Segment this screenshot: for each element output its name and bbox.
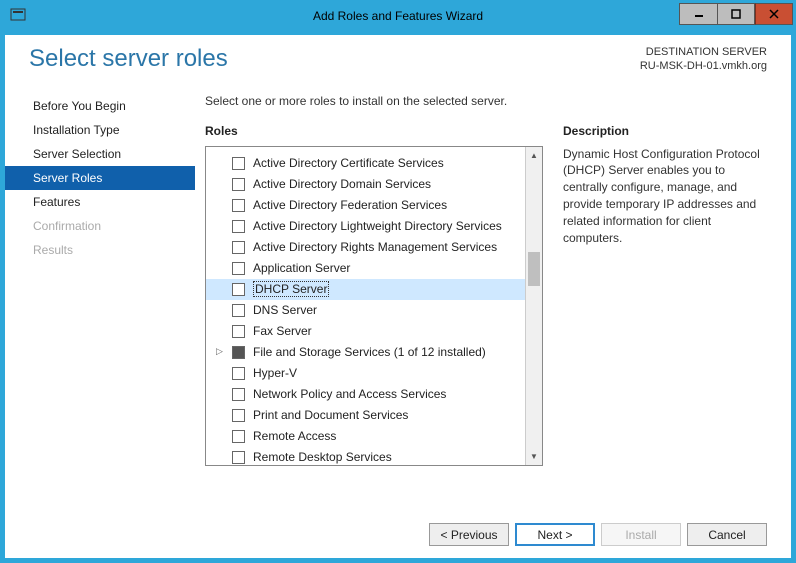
role-row[interactable]: Hyper-V (206, 363, 525, 384)
roles-listbox[interactable]: Active Directory Certificate Services Act… (205, 146, 543, 466)
role-row[interactable]: DHCP Server (206, 279, 525, 300)
main-body: Before You BeginInstallation TypeServer … (5, 86, 791, 513)
instruction-text: Select one or more roles to install on t… (205, 94, 769, 108)
maximize-button[interactable] (717, 3, 755, 25)
role-checkbox[interactable] (232, 430, 245, 443)
roles-label: Roles (205, 124, 543, 138)
role-checkbox[interactable] (232, 325, 245, 338)
role-label: File and Storage Services (1 of 12 insta… (253, 345, 486, 359)
close-button[interactable] (755, 3, 793, 25)
install-button: Install (601, 523, 681, 546)
destination-label: DESTINATION SERVER (640, 45, 767, 59)
destination-server: RU-MSK-DH-01.vmkh.org (640, 59, 767, 73)
scroll-track[interactable] (526, 164, 542, 448)
nav-item: Confirmation (5, 214, 195, 238)
role-checkbox[interactable] (232, 199, 245, 212)
nav-item[interactable]: Server Roles (5, 166, 195, 190)
role-label: Active Directory Federation Services (253, 198, 447, 212)
role-checkbox[interactable] (232, 283, 245, 296)
description-label: Description (563, 124, 769, 138)
scroll-thumb[interactable] (528, 252, 540, 286)
role-checkbox[interactable] (232, 388, 245, 401)
role-label: Network Policy and Access Services (253, 387, 446, 401)
role-row[interactable]: Active Directory Certificate Services (206, 153, 525, 174)
header: Select server roles DESTINATION SERVER R… (5, 45, 791, 86)
nav-item: Results (5, 238, 195, 262)
nav-item[interactable]: Features (5, 190, 195, 214)
role-checkbox[interactable] (232, 451, 245, 464)
content-area: Select one or more roles to install on t… (195, 86, 791, 513)
role-checkbox[interactable] (232, 409, 245, 422)
window-title: Add Roles and Features Wizard (1, 9, 795, 23)
wizard-nav: Before You BeginInstallation TypeServer … (5, 86, 195, 513)
columns: Roles Active Directory Certificate Servi… (205, 124, 769, 513)
role-row[interactable]: Active Directory Lightweight Directory S… (206, 216, 525, 237)
role-checkbox[interactable] (232, 304, 245, 317)
wizard-body: Select server roles DESTINATION SERVER R… (1, 31, 795, 562)
roles-column: Roles Active Directory Certificate Servi… (205, 124, 543, 513)
role-label: DNS Server (253, 303, 317, 317)
role-label: Active Directory Certificate Services (253, 156, 444, 170)
role-checkbox[interactable] (232, 262, 245, 275)
scrollbar[interactable]: ▲ ▼ (525, 147, 542, 465)
role-checkbox[interactable] (232, 367, 245, 380)
nav-item[interactable]: Before You Begin (5, 94, 195, 118)
role-checkbox[interactable] (232, 220, 245, 233)
role-label: DHCP Server (253, 281, 329, 297)
scroll-up-button[interactable]: ▲ (526, 147, 542, 164)
role-checkbox[interactable] (232, 178, 245, 191)
role-row[interactable]: Print and Document Services (206, 405, 525, 426)
role-label: Remote Desktop Services (253, 450, 392, 464)
role-label: Print and Document Services (253, 408, 408, 422)
destination-info: DESTINATION SERVER RU-MSK-DH-01.vmkh.org (640, 45, 767, 74)
role-label: Active Directory Domain Services (253, 177, 431, 191)
role-label: Active Directory Rights Management Servi… (253, 240, 497, 254)
role-row[interactable]: Remote Access (206, 426, 525, 447)
description-column: Description Dynamic Host Configuration P… (563, 124, 769, 513)
role-label: Remote Access (253, 429, 336, 443)
next-button[interactable]: Next > (515, 523, 595, 546)
page-title: Select server roles (29, 45, 640, 73)
app-icon (9, 6, 29, 26)
role-row[interactable]: Active Directory Federation Services (206, 195, 525, 216)
role-row[interactable]: Remote Desktop Services (206, 447, 525, 465)
footer: < Previous Next > Install Cancel (5, 513, 791, 550)
role-row[interactable]: DNS Server (206, 300, 525, 321)
roles-list: Active Directory Certificate Services Act… (206, 147, 525, 465)
role-checkbox[interactable] (232, 346, 245, 359)
nav-item[interactable]: Installation Type (5, 118, 195, 142)
expander-icon[interactable]: ▷ (216, 346, 226, 356)
minimize-button[interactable] (679, 3, 717, 25)
role-label: Fax Server (253, 324, 312, 338)
role-row[interactable]: Application Server (206, 258, 525, 279)
nav-item[interactable]: Server Selection (5, 142, 195, 166)
cancel-button[interactable]: Cancel (687, 523, 767, 546)
role-row[interactable]: ▷ File and Storage Services (1 of 12 inst… (206, 342, 525, 363)
role-row[interactable]: Active Directory Rights Management Servi… (206, 237, 525, 258)
window-controls (679, 7, 795, 25)
role-row[interactable]: Fax Server (206, 321, 525, 342)
titlebar: Add Roles and Features Wizard (1, 1, 795, 31)
role-label: Hyper-V (253, 366, 297, 380)
role-checkbox[interactable] (232, 241, 245, 254)
scroll-down-button[interactable]: ▼ (526, 448, 542, 465)
role-label: Application Server (253, 261, 350, 275)
role-row[interactable]: Network Policy and Access Services (206, 384, 525, 405)
role-checkbox[interactable] (232, 157, 245, 170)
role-label: Active Directory Lightweight Directory S… (253, 219, 502, 233)
wizard-window: Add Roles and Features Wizard Select ser… (0, 0, 796, 563)
role-row[interactable]: Active Directory Domain Services (206, 174, 525, 195)
previous-button[interactable]: < Previous (429, 523, 509, 546)
description-text: Dynamic Host Configuration Protocol (DHC… (563, 146, 769, 247)
